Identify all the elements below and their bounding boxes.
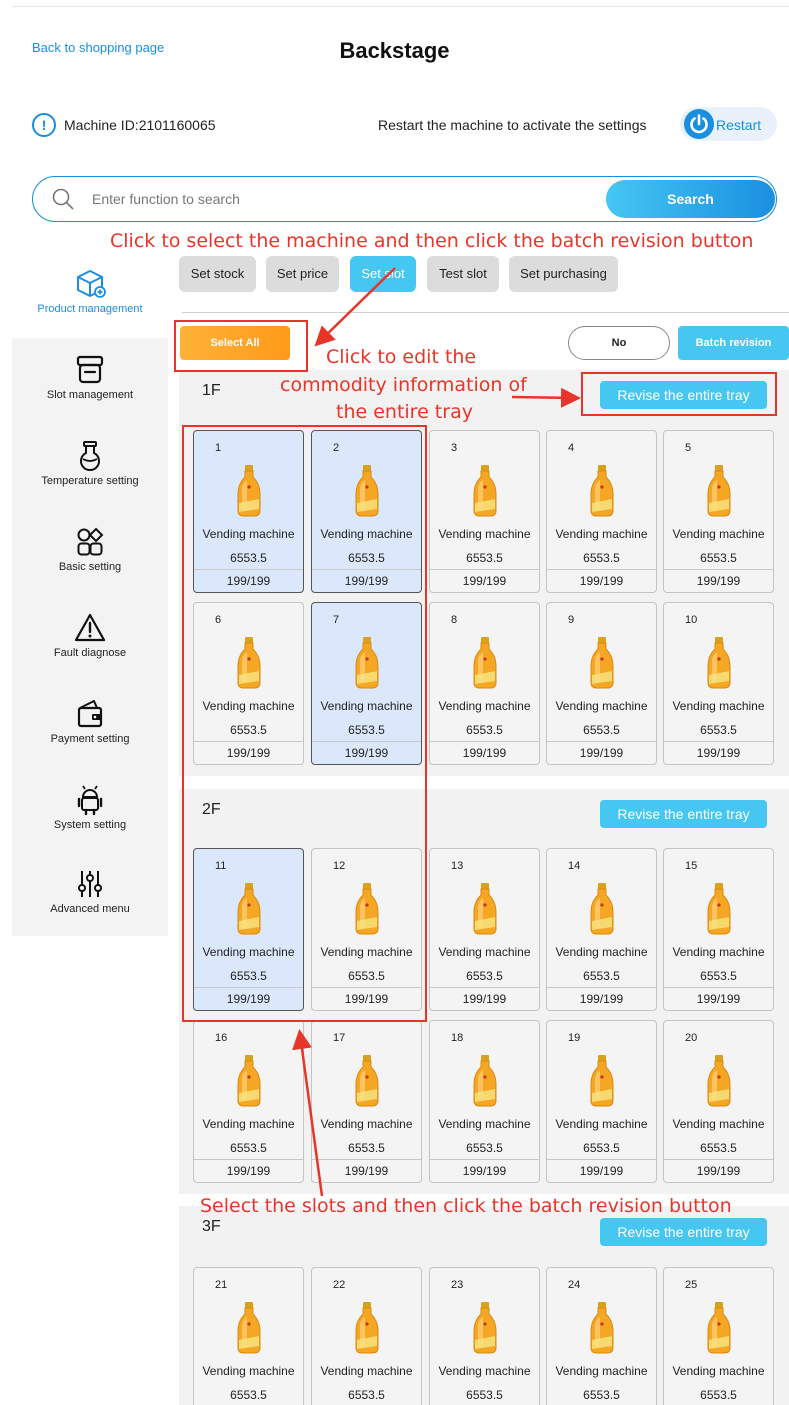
arrow-to-select-all xyxy=(314,267,396,347)
arrow-to-revise-tray xyxy=(511,387,581,408)
arrow-to-slots xyxy=(292,1029,324,1197)
annotation-arrows xyxy=(292,267,581,1197)
